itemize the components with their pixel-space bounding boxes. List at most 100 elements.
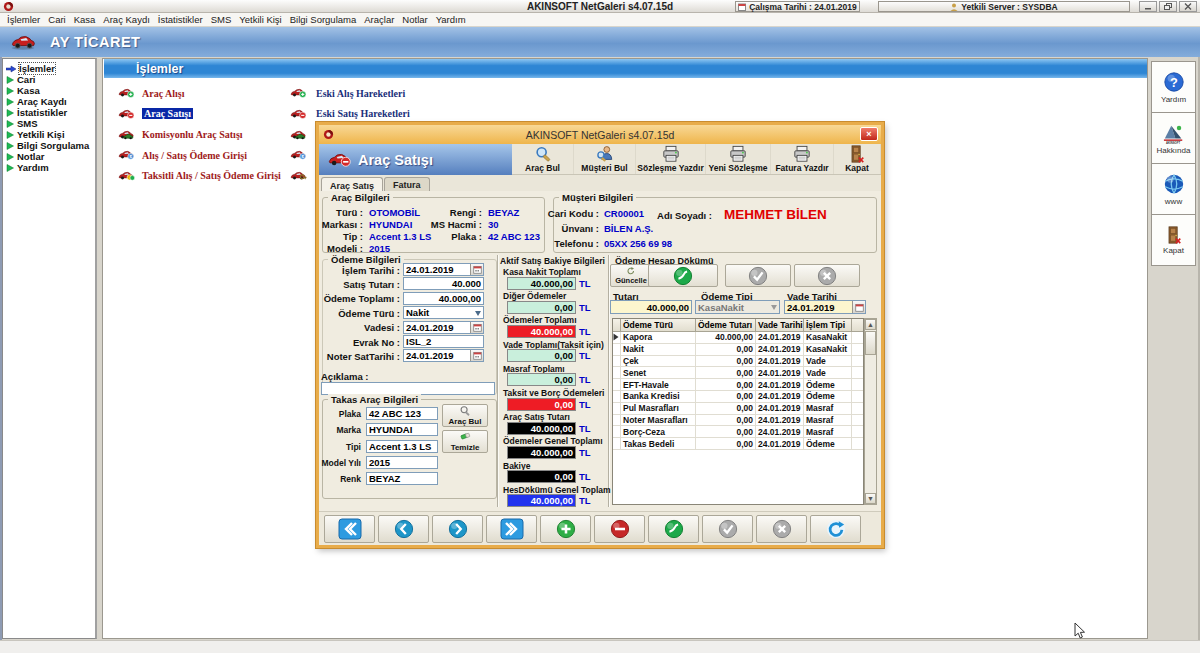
calendar-button[interactable]	[852, 301, 865, 313]
ledger-cancel-button[interactable]	[794, 264, 860, 287]
sidebar-item[interactable]: İşlemler	[3, 63, 95, 74]
payment-field[interactable]: 40.000,00	[403, 292, 484, 305]
nav-add-button[interactable]	[540, 515, 591, 543]
main-menu-item[interactable]: Araç Alışı	[118, 85, 185, 101]
close-button[interactable]	[1179, 1, 1197, 12]
toolbar-kapat-button[interactable]: Kapat	[834, 144, 881, 174]
payment-field[interactable]: 24.01.2019	[403, 349, 484, 362]
menubar-item[interactable]: Yardım	[435, 14, 473, 25]
payment-table-row[interactable]: Kapora40.000,0024.01.2019KasaNakit	[613, 332, 863, 344]
payment-table-row[interactable]: Nakit0,0024.01.2019KasaNakit	[613, 344, 863, 356]
dialog-close-icon[interactable]: ×	[860, 127, 878, 141]
ledger-save-button[interactable]	[648, 264, 718, 287]
nav-refresh-button[interactable]	[810, 515, 861, 543]
toolbar-yeni-s-zle-me-button[interactable]: Yeni Sözleşme	[706, 144, 771, 174]
nav-edit-button[interactable]	[648, 515, 699, 543]
nav-prev-button[interactable]	[378, 515, 429, 543]
toolbar-ara-bul-button[interactable]: Araç Bul	[512, 144, 574, 174]
payment-field[interactable]: Nakit	[403, 306, 484, 319]
sidebar-item[interactable]: Yardım	[3, 162, 95, 173]
sidebar-item[interactable]: Kasa	[3, 85, 95, 96]
nav-confirm-button[interactable]	[702, 515, 753, 543]
payment-field[interactable]: ISL_2	[403, 335, 484, 348]
arrow-icon	[6, 98, 14, 106]
main-menu-item[interactable]	[290, 126, 307, 142]
payment-table-row[interactable]: EFT-Havale0,0024.01.2019Ödeme	[613, 379, 863, 391]
payment-field[interactable]: 24.01.2019	[403, 263, 484, 276]
main-menu-item[interactable]: Taksitli Alış / Satış Ödeme Girişi	[118, 168, 281, 184]
menubar-item[interactable]: Araçlar	[363, 14, 401, 25]
trade-search-button[interactable]: Araç Bul	[442, 404, 488, 427]
customer-value: 05XX 256 69 98	[604, 238, 672, 249]
menubar-item[interactable]: Cari	[47, 14, 72, 25]
delete-icon	[609, 519, 631, 539]
due-field[interactable]: 24.01.2019	[784, 300, 866, 314]
sidebar-item[interactable]: Cari	[3, 74, 95, 85]
calendar-button[interactable]	[470, 350, 483, 361]
vehicle-value: BEYAZ	[488, 207, 519, 218]
payment-table-row[interactable]: Banka Kredisi0,0024.01.2019Ödeme	[613, 391, 863, 403]
tab-fatura[interactable]: Fatura	[384, 177, 430, 191]
payment-table-row[interactable]: Takas Bedeli0,0024.01.2019Ödeme	[613, 438, 863, 450]
menubar-item[interactable]: Bilgi Sorgulama	[289, 14, 364, 25]
calendar-button[interactable]	[470, 322, 483, 333]
table-scrollbar[interactable]: ▲▼	[864, 318, 877, 505]
payment-table-row[interactable]: Çek0,0024.01.2019Vade	[613, 356, 863, 368]
yardım-button[interactable]: ?Yardım	[1151, 61, 1196, 113]
hakkında-button[interactable]: AKINSOFTHakkında	[1151, 112, 1196, 164]
payment-field[interactable]: 40.000	[403, 277, 484, 290]
menubar-item[interactable]: İşlemler	[6, 14, 47, 25]
trade-field[interactable]: 2015	[366, 456, 438, 469]
main-menu-item[interactable]: Eski Alış Hareketleri	[290, 85, 405, 101]
car-logo-icon	[10, 33, 36, 51]
main-menu-item[interactable]: Komisyonlu Araç Satışı	[118, 126, 243, 142]
menubar-item[interactable]: Yetkili Kişi	[238, 14, 288, 25]
main-menu-item[interactable]: Araç Satışı	[118, 106, 193, 122]
main-menu-item[interactable]: Eski Satış Hareketleri	[290, 106, 410, 122]
trade-field[interactable]: 42 ABC 123	[366, 407, 438, 420]
trade-field[interactable]: HYUNDAI	[366, 423, 438, 436]
restore-button[interactable]	[1159, 1, 1177, 12]
sidebar-item[interactable]: İstatistikler	[3, 107, 95, 118]
main-menu-item[interactable]: $Alış / Satış Ödeme Girişi	[118, 147, 247, 163]
sidebar-item[interactable]: Araç Kaydı	[3, 96, 95, 107]
menubar-item[interactable]: SMS	[210, 14, 239, 25]
update-button[interactable]: Güncelle	[610, 264, 652, 287]
sidebar-item[interactable]: SMS	[3, 118, 95, 129]
nav-next-button[interactable]	[432, 515, 483, 543]
toolbar-m-teri-bul-button[interactable]: Müşteri Bul	[574, 144, 636, 174]
menubar-item[interactable]: Kasa	[73, 14, 103, 25]
minimize-button[interactable]	[1139, 1, 1157, 12]
ledger-confirm-button[interactable]	[725, 264, 791, 287]
amount-field[interactable]: 40.000,00	[610, 300, 692, 314]
payment-table-row[interactable]: Borç-Ceza0,0024.01.2019Masraf	[613, 426, 863, 438]
nav-delete-button[interactable]	[594, 515, 645, 543]
trade-clear-button[interactable]: Temizle	[442, 430, 488, 453]
vehicle-label: Rengi :	[450, 207, 482, 218]
sidebar-item[interactable]: Notlar	[3, 151, 95, 162]
payment-table-row[interactable]: Senet0,0024.01.2019Vade	[613, 367, 863, 379]
type-select[interactable]: KasaNakit	[695, 300, 780, 314]
sidebar-item[interactable]: Yetkili Kişi	[3, 129, 95, 140]
nav-cancel-button[interactable]	[756, 515, 807, 543]
main-menu-item[interactable]	[290, 168, 307, 184]
kapat-button[interactable]: Kapat	[1151, 214, 1196, 266]
menubar-item[interactable]: Notlar	[401, 14, 434, 25]
menubar-item[interactable]: Araç Kaydı	[102, 14, 156, 25]
toolbar-fatura-yazd-r-button[interactable]: Fatura Yazdır	[771, 144, 834, 174]
payment-table-row[interactable]: Noter Masrafları0,0024.01.2019Masraf	[613, 415, 863, 427]
trade-field[interactable]: BEYAZ	[366, 472, 438, 485]
trade-field[interactable]: Accent 1.3 LS	[366, 440, 438, 453]
menubar-item[interactable]: İstatistikler	[157, 14, 210, 25]
tab-ara-sat-[interactable]: Araç Satış	[321, 177, 383, 192]
main-menu-item[interactable]: $	[290, 147, 307, 163]
nav-last-button[interactable]	[486, 515, 537, 543]
calendar-button[interactable]	[470, 264, 483, 275]
balance-label: HesDökümü Genel Toplam	[503, 485, 611, 495]
payment-field[interactable]: 24.01.2019	[403, 321, 484, 334]
www-button[interactable]: www	[1151, 163, 1196, 215]
toolbar-s-zle-me-yazd-r-button[interactable]: Sözleşme Yazdır	[636, 144, 706, 174]
sidebar-item[interactable]: Bilgi Sorgulama	[3, 140, 95, 151]
payment-table-row[interactable]: Pul Masrafları0,0024.01.2019Masraf	[613, 403, 863, 415]
nav-first-button[interactable]	[324, 515, 375, 543]
